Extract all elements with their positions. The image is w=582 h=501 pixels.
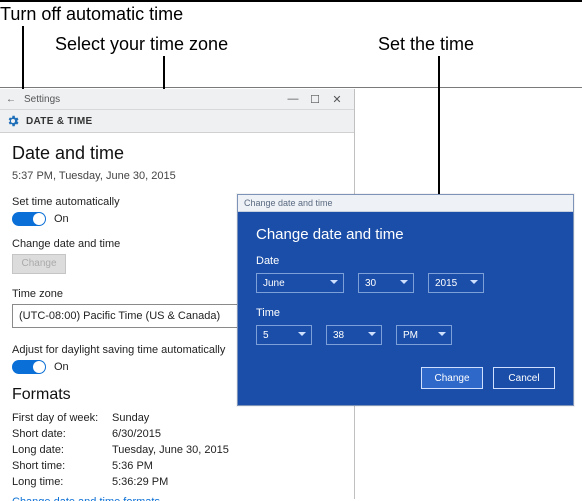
chevron-down-icon (437, 329, 447, 342)
chevron-down-icon (469, 277, 479, 290)
dialog-cancel-button[interactable]: Cancel (493, 367, 555, 389)
ampm-value: PM (403, 330, 418, 341)
day-value: 30 (365, 278, 376, 289)
back-icon[interactable]: ← (6, 94, 16, 105)
arrow-set-time (438, 56, 440, 212)
settings-titlebar[interactable]: ← Settings ― ☐ ✕ (0, 89, 354, 110)
change-datetime-dialog: Change date and time Change date and tim… (237, 194, 574, 406)
dst-toggle[interactable] (12, 360, 46, 374)
close-button[interactable]: ✕ (326, 93, 348, 106)
dialog-time-label: Time (256, 307, 555, 319)
day-select[interactable]: 30 (358, 273, 414, 293)
change-formats-link[interactable]: Change date and time formats (12, 496, 160, 501)
change-datetime-button[interactable]: Change (12, 254, 66, 274)
callout-auto-time: Turn off automatic time (0, 4, 183, 25)
minute-select[interactable]: 38 (326, 325, 382, 345)
first-day-label: First day of week: (12, 412, 112, 424)
short-time-label: Short time: (12, 460, 112, 472)
chevron-down-icon (399, 277, 409, 290)
month-select[interactable]: June (256, 273, 344, 293)
dialog-titlebar[interactable]: Change date and time (238, 195, 573, 212)
timezone-value: (UTC-08:00) Pacific Time (US & Canada) (19, 310, 220, 322)
short-date-value: 6/30/2015 (112, 428, 161, 440)
auto-time-toggle[interactable] (12, 212, 46, 226)
divider (0, 87, 582, 88)
current-datetime: 5:37 PM, Tuesday, June 30, 2015 (12, 170, 342, 182)
callout-set-time: Set the time (378, 34, 474, 55)
long-time-label: Long time: (12, 476, 112, 488)
dialog-title: Change date and time (256, 226, 555, 243)
long-date-value: Tuesday, June 30, 2015 (112, 444, 229, 456)
dst-state: On (54, 361, 69, 373)
page-border-top (0, 0, 582, 2)
hour-value: 5 (263, 330, 269, 341)
settings-app-name: Settings (24, 94, 60, 105)
callout-timezone: Select your time zone (55, 34, 228, 55)
dialog-change-button[interactable]: Change (421, 367, 483, 389)
settings-header: DATE & TIME (0, 110, 354, 133)
chevron-down-icon (297, 329, 307, 342)
short-time-value: 5:36 PM (112, 460, 153, 472)
chevron-down-icon (329, 277, 339, 290)
maximize-button[interactable]: ☐ (304, 93, 326, 106)
dialog-date-label: Date (256, 255, 555, 267)
page-title: Date and time (12, 143, 342, 164)
long-time-value: 5:36:29 PM (112, 476, 168, 488)
short-date-label: Short date: (12, 428, 112, 440)
auto-time-state: On (54, 213, 69, 225)
long-date-label: Long date: (12, 444, 112, 456)
year-value: 2015 (435, 278, 457, 289)
first-day-value: Sunday (112, 412, 149, 424)
minute-value: 38 (333, 330, 344, 341)
ampm-select[interactable]: PM (396, 325, 452, 345)
hour-select[interactable]: 5 (256, 325, 312, 345)
timezone-select[interactable]: (UTC-08:00) Pacific Time (US & Canada) (12, 304, 270, 328)
year-select[interactable]: 2015 (428, 273, 484, 293)
chevron-down-icon (367, 329, 377, 342)
minimize-button[interactable]: ― (282, 93, 304, 105)
month-value: June (263, 278, 285, 289)
settings-header-title: DATE & TIME (26, 116, 92, 127)
gear-icon (6, 114, 20, 128)
